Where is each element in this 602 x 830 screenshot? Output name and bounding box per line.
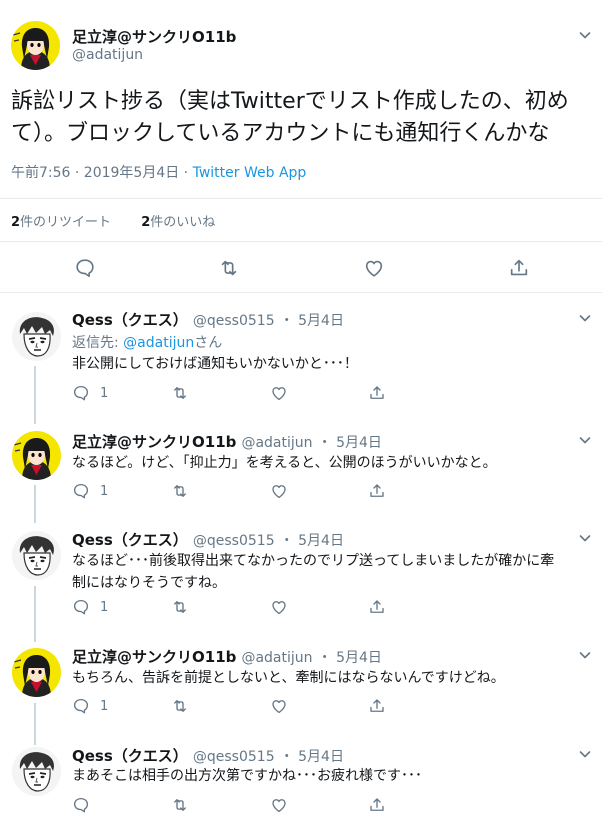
retweet-count: 2 (11, 215, 21, 230)
reply-count: 1 (100, 600, 109, 615)
heart-icon[interactable] (363, 257, 385, 279)
retweet-icon[interactable] (171, 482, 189, 500)
author-name[interactable]: 足立淳@サンクリO11b (72, 433, 236, 451)
retweet-icon[interactable] (218, 257, 240, 279)
author-name[interactable]: Qess（クエス） (72, 311, 188, 329)
reply-icon[interactable] (72, 697, 90, 715)
avatar[interactable] (11, 21, 60, 70)
retweet-icon[interactable] (171, 697, 189, 715)
chevron-down-icon[interactable] (577, 647, 593, 663)
reply-date[interactable]: ・ 5月4日 (280, 313, 344, 329)
heart-icon[interactable] (270, 697, 288, 715)
reply-text: なるほど。けど、「抑止力」を考えると、公開のほうがいいかなと。 (72, 455, 497, 471)
reply-header: Qess（クエス） @qess0515 ・ 5月4日 (72, 309, 344, 330)
reply-to-label: 返信先: (72, 335, 124, 351)
retweet-icon[interactable] (171, 598, 189, 616)
reply-header: Qess（クエス） @qess0515 ・ 5月4日 (72, 529, 344, 550)
heart-icon[interactable] (270, 482, 288, 500)
divider (0, 292, 602, 293)
reply-count: 1 (100, 484, 109, 499)
author-name[interactable]: Qess（クエス） (72, 531, 188, 549)
reply-text-line: なるほど･･･前後取得出来てなかったのでリプ送ってしまいましたが確かに牽 (72, 553, 555, 569)
retweet-stat[interactable]: 2件のリツイート (11, 211, 111, 230)
tweet-timestamp-row: 午前7:56 · 2019年5月4日 · Twitter Web App (11, 162, 306, 182)
like-stat[interactable]: 2件のいいね (141, 211, 215, 230)
reply-to: 返信先: @adatijunさん (72, 332, 222, 352)
author-handle[interactable]: @qess0515 (193, 749, 275, 765)
avatar[interactable] (12, 431, 61, 480)
like-count: 2 (141, 215, 151, 230)
chevron-down-icon[interactable] (577, 530, 593, 546)
reply-date[interactable]: ・ 5月4日 (280, 749, 344, 765)
share-icon[interactable] (368, 697, 386, 715)
reply-date[interactable]: ・ 5月4日 (318, 435, 382, 451)
tweet-stats: 2件のリツイート 2件のいいね (11, 211, 215, 230)
divider (0, 198, 602, 199)
avatar[interactable] (12, 312, 61, 361)
chevron-down-icon[interactable] (577, 310, 593, 326)
retweet-icon[interactable] (171, 384, 189, 402)
author-handle[interactable]: @adatijun (241, 435, 312, 451)
tweet-text: 訴訟リスト捗る（実はTwitterでリスト作成したの、初め て）。ブロックしてい… (11, 86, 591, 150)
heart-icon[interactable] (270, 384, 288, 402)
reply-text: なるほど･･･前後取得出来てなかったのでリプ送ってしまいましたが確かに牽 制には… (72, 550, 592, 594)
reply-icon[interactable] (72, 384, 90, 402)
reply-header: Qess（クエス） @qess0515 ・ 5月4日 (72, 745, 344, 766)
avatar[interactable] (12, 648, 61, 697)
reply-to-handle[interactable]: @adatijun (123, 335, 194, 351)
reply-text: 非公開にしておけば通知もいかないかと･･･！ (72, 356, 358, 372)
author-name[interactable]: Qess（クエス） (72, 747, 188, 765)
author-handle[interactable]: @adatijun (72, 47, 143, 63)
share-icon[interactable] (368, 796, 386, 814)
reply-icon[interactable] (72, 482, 90, 500)
reply-date[interactable]: ・ 5月4日 (280, 533, 344, 549)
divider (0, 241, 602, 242)
reply-icon[interactable] (74, 257, 96, 279)
reply-count: 1 (100, 699, 109, 714)
thread-line (34, 485, 36, 523)
share-icon[interactable] (368, 482, 386, 500)
chevron-down-icon[interactable] (577, 746, 593, 762)
retweet-icon[interactable] (171, 796, 189, 814)
reply-header: 足立淳@サンクリO11b @adatijun ・ 5月4日 (72, 646, 382, 667)
heart-icon[interactable] (270, 598, 288, 616)
reply-icon[interactable] (72, 796, 90, 814)
avatar[interactable] (12, 531, 61, 580)
thread-line (34, 586, 36, 642)
thread-line (34, 703, 36, 745)
share-icon[interactable] (368, 598, 386, 616)
tweet-source[interactable]: Twitter Web App (193, 165, 307, 181)
reply-text-line: 制にはなりそうですね。 (72, 575, 226, 591)
author-handle[interactable]: @adatijun (241, 650, 312, 666)
reply-to-suffix: さん (194, 335, 223, 351)
tweet-text-line: て）。ブロックしているアカウントにも通知行くんかな (11, 121, 550, 146)
chevron-down-icon[interactable] (577, 432, 593, 448)
tweet-text-line: 訴訟リスト捗る（実はTwitterでリスト作成したの、初め (11, 89, 569, 114)
like-label: 件のいいね (150, 215, 216, 230)
reply-text: まあそこは相手の出方次第ですかね･･･お疲れ様です･･･ (72, 768, 422, 784)
avatar[interactable] (12, 747, 61, 796)
reply-count: 1 (100, 386, 109, 401)
share-icon[interactable] (368, 384, 386, 402)
reply-date[interactable]: ・ 5月4日 (318, 650, 382, 666)
reply-icon[interactable] (72, 598, 90, 616)
thread-line (34, 366, 36, 424)
author-name[interactable]: 足立淳@サンクリO11b (72, 26, 236, 47)
author-handle[interactable]: @qess0515 (193, 313, 275, 329)
share-icon[interactable] (508, 257, 530, 279)
reply-header: 足立淳@サンクリO11b @adatijun ・ 5月4日 (72, 431, 382, 452)
avatar-image (11, 21, 60, 70)
reply-text: もちろん、告訴を前提としないと、牽制にはならないんですけどね。 (72, 670, 505, 686)
chevron-down-icon[interactable] (577, 27, 593, 43)
author-handle[interactable]: @qess0515 (193, 533, 275, 549)
heart-icon[interactable] (270, 796, 288, 814)
tweet-timestamp[interactable]: 午前7:56 · 2019年5月4日 · (11, 165, 193, 181)
author-name[interactable]: 足立淳@サンクリO11b (72, 648, 236, 666)
retweet-label: 件のリツイート (20, 215, 112, 230)
